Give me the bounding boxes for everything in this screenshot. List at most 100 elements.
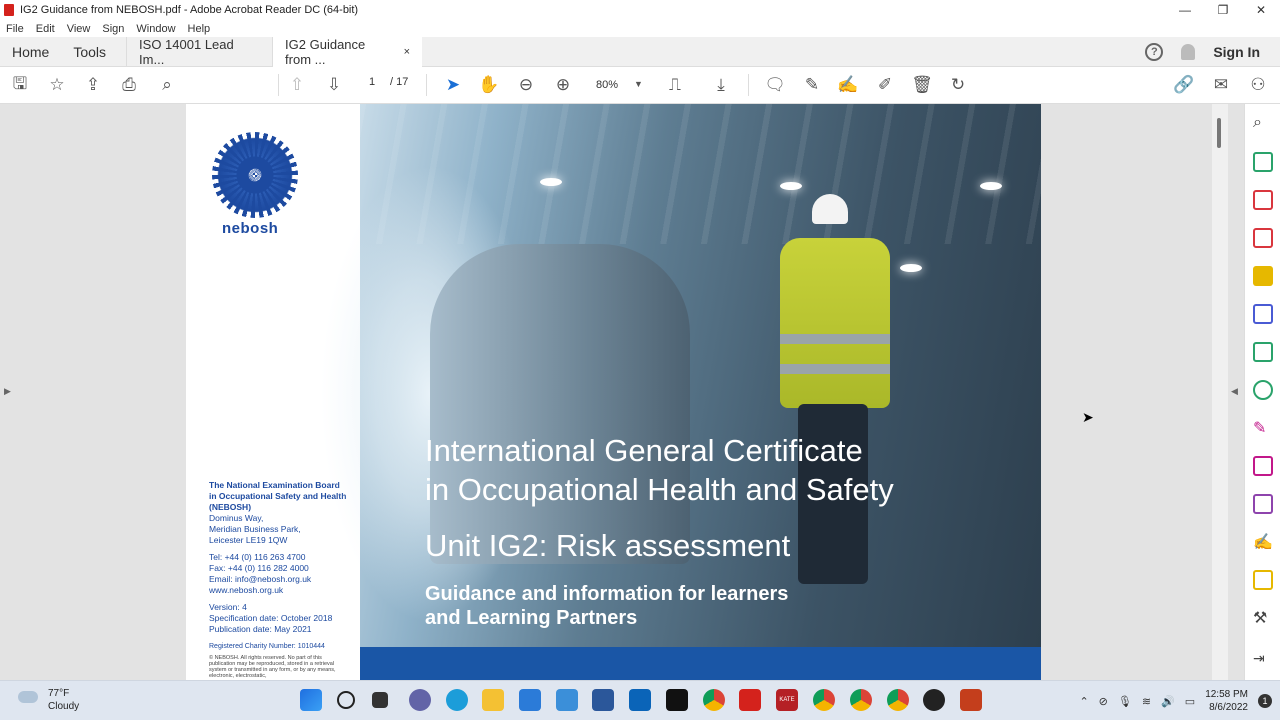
close-window-button[interactable]: ✕: [1242, 0, 1280, 20]
sign-tool-icon[interactable]: ✍: [1253, 532, 1273, 552]
notification-badge[interactable]: 1: [1258, 694, 1272, 708]
cloud-icon: [18, 691, 38, 703]
scroll-thumb[interactable]: [1217, 118, 1221, 148]
page-number-input[interactable]: 1: [360, 76, 384, 88]
acrobat-taskbar-icon[interactable]: [739, 689, 761, 711]
copyright-text: © NEBOSH. All rights reserved. No part o…: [209, 655, 336, 679]
protect-icon[interactable]: [1253, 570, 1273, 590]
comment-icon[interactable]: 🗨: [764, 74, 786, 96]
chrome-profile-icon[interactable]: [887, 689, 909, 711]
rotate-icon[interactable]: ↻: [947, 74, 969, 96]
cover-photo: [320, 104, 1041, 650]
tab-document-iso[interactable]: ISO 14001 Lead Im...: [126, 36, 272, 67]
edit-icon[interactable]: ✐: [874, 74, 896, 96]
sign-in-button[interactable]: Sign In: [1213, 44, 1260, 60]
file-explorer-icon[interactable]: [482, 689, 504, 711]
create-pdf-icon[interactable]: [1253, 228, 1273, 248]
sign-icon[interactable]: ✍: [837, 74, 859, 96]
menu-sign[interactable]: Sign: [102, 23, 124, 35]
volume-icon[interactable]: 🔊: [1161, 695, 1175, 708]
bell-icon[interactable]: [1181, 44, 1196, 60]
store-icon[interactable]: [519, 689, 541, 711]
maximize-button[interactable]: ❐: [1204, 0, 1242, 20]
compress-pdf-icon[interactable]: [1253, 342, 1273, 362]
tab-label: ISO 14001 Lead Im...: [139, 36, 234, 67]
comment-tool-icon[interactable]: [1253, 266, 1273, 286]
menu-help[interactable]: Help: [188, 23, 211, 35]
chat-icon[interactable]: [409, 689, 431, 711]
search-icon[interactable]: ⌕: [1253, 114, 1273, 134]
chevron-up-icon[interactable]: ⌃: [1079, 695, 1088, 708]
edge-icon[interactable]: [446, 689, 468, 711]
battery-icon[interactable]: ▭: [1185, 695, 1195, 708]
clock[interactable]: 12:58 PM 8/6/2022: [1205, 688, 1248, 714]
export-pdf-icon[interactable]: [1253, 152, 1273, 172]
taskbar: 77°F Cloudy KATE ⌃ ⊘ 🎙 ≋ 🔊 ▭ 12:58 PM 8/…: [0, 680, 1280, 720]
fill-sign-icon[interactable]: ✎: [1253, 418, 1273, 438]
tab-document-ig2[interactable]: IG2 Guidance from ... ×: [272, 36, 423, 67]
page-layout-icon[interactable]: ⎍: [664, 74, 686, 96]
zoom-in-icon[interactable]: ⊕: [552, 74, 574, 96]
chrome-profile-icon[interactable]: [813, 689, 835, 711]
select-cursor-icon[interactable]: ➤: [442, 74, 464, 96]
security-icon[interactable]: ⊘: [1099, 695, 1108, 708]
email-icon[interactable]: ✉: [1210, 74, 1232, 96]
start-icon[interactable]: [300, 689, 322, 711]
menu-edit[interactable]: Edit: [36, 23, 55, 35]
more-tools-icon[interactable]: ⚒: [1253, 608, 1273, 628]
vertical-scrollbar[interactable]: [1212, 104, 1228, 680]
tab-tools[interactable]: Tools: [61, 44, 126, 60]
upload-icon[interactable]: ⇪: [82, 74, 104, 96]
help-icon[interactable]: ?: [1145, 43, 1164, 61]
share-link-icon[interactable]: 🔗: [1173, 74, 1195, 96]
hand-tool-icon[interactable]: ✋: [478, 74, 500, 96]
outlook-icon[interactable]: [629, 689, 651, 711]
right-panel-toggle-icon[interactable]: ◀: [1231, 386, 1238, 397]
chrome-profile-icon[interactable]: [850, 689, 872, 711]
organize-pages-icon[interactable]: [1253, 190, 1273, 210]
tab-home[interactable]: Home: [0, 44, 61, 60]
combine-files-icon[interactable]: [1253, 304, 1273, 324]
powerpoint-icon[interactable]: [960, 689, 982, 711]
title-line: in Occupational Health and Safety: [425, 472, 894, 507]
menu-window[interactable]: Window: [136, 23, 175, 35]
bookmark-star-icon[interactable]: ☆: [46, 74, 68, 96]
search-taskbar-icon[interactable]: [337, 691, 355, 709]
menu-file[interactable]: File: [6, 23, 24, 35]
chrome-icon[interactable]: [703, 689, 725, 711]
highlight-pen-icon[interactable]: ✎: [801, 74, 823, 96]
edit-pdf-icon[interactable]: [1253, 494, 1273, 514]
task-view-icon[interactable]: [372, 692, 388, 708]
word-icon[interactable]: [592, 689, 614, 711]
minimize-button[interactable]: —: [1166, 0, 1204, 20]
print-icon[interactable]: ⎙: [118, 74, 140, 96]
close-tab-icon[interactable]: ×: [404, 46, 410, 58]
scroll-mode-icon[interactable]: ⤓: [710, 74, 732, 96]
zoom-out-icon[interactable]: ⊖: [515, 74, 537, 96]
left-panel-toggle-icon[interactable]: ▶: [4, 386, 11, 397]
window-title: IG2 Guidance from NEBOSH.pdf - Adobe Acr…: [20, 4, 359, 16]
delete-icon[interactable]: 🗑: [911, 74, 933, 96]
mail-icon[interactable]: [556, 689, 578, 711]
netflix-icon[interactable]: [666, 689, 688, 711]
subtitle-line: and Learning Partners: [425, 607, 638, 629]
request-signature-icon[interactable]: [1253, 456, 1273, 476]
microphone-icon[interactable]: 🎙: [1118, 695, 1132, 708]
find-icon[interactable]: ⌕: [156, 74, 178, 96]
menu-view[interactable]: View: [67, 23, 91, 35]
kate-icon[interactable]: KATE: [776, 689, 798, 711]
collapse-pane-icon[interactable]: ⇥: [1253, 650, 1273, 670]
add-user-icon[interactable]: ⚇: [1247, 74, 1269, 96]
prev-page-icon[interactable]: ⇧: [286, 74, 308, 96]
system-tray: ⌃ ⊘ 🎙 ≋ 🔊 ▭ 12:58 PM 8/6/2022 1: [1079, 681, 1280, 721]
chevron-down-icon[interactable]: ▼: [634, 79, 643, 89]
wifi-icon[interactable]: ≋: [1142, 695, 1151, 708]
weather-widget[interactable]: 77°F Cloudy: [18, 687, 79, 713]
tab-bar: Home Tools ISO 14001 Lead Im... IG2 Guid…: [0, 36, 1280, 67]
send-review-icon[interactable]: [1253, 380, 1273, 400]
next-page-icon[interactable]: ⇩: [323, 74, 345, 96]
save-icon[interactable]: 🖫: [9, 74, 31, 96]
app-icon[interactable]: [923, 689, 945, 711]
zoom-level[interactable]: 80%: [596, 79, 618, 91]
unit-title: Unit IG2: Risk assessment: [425, 528, 791, 563]
